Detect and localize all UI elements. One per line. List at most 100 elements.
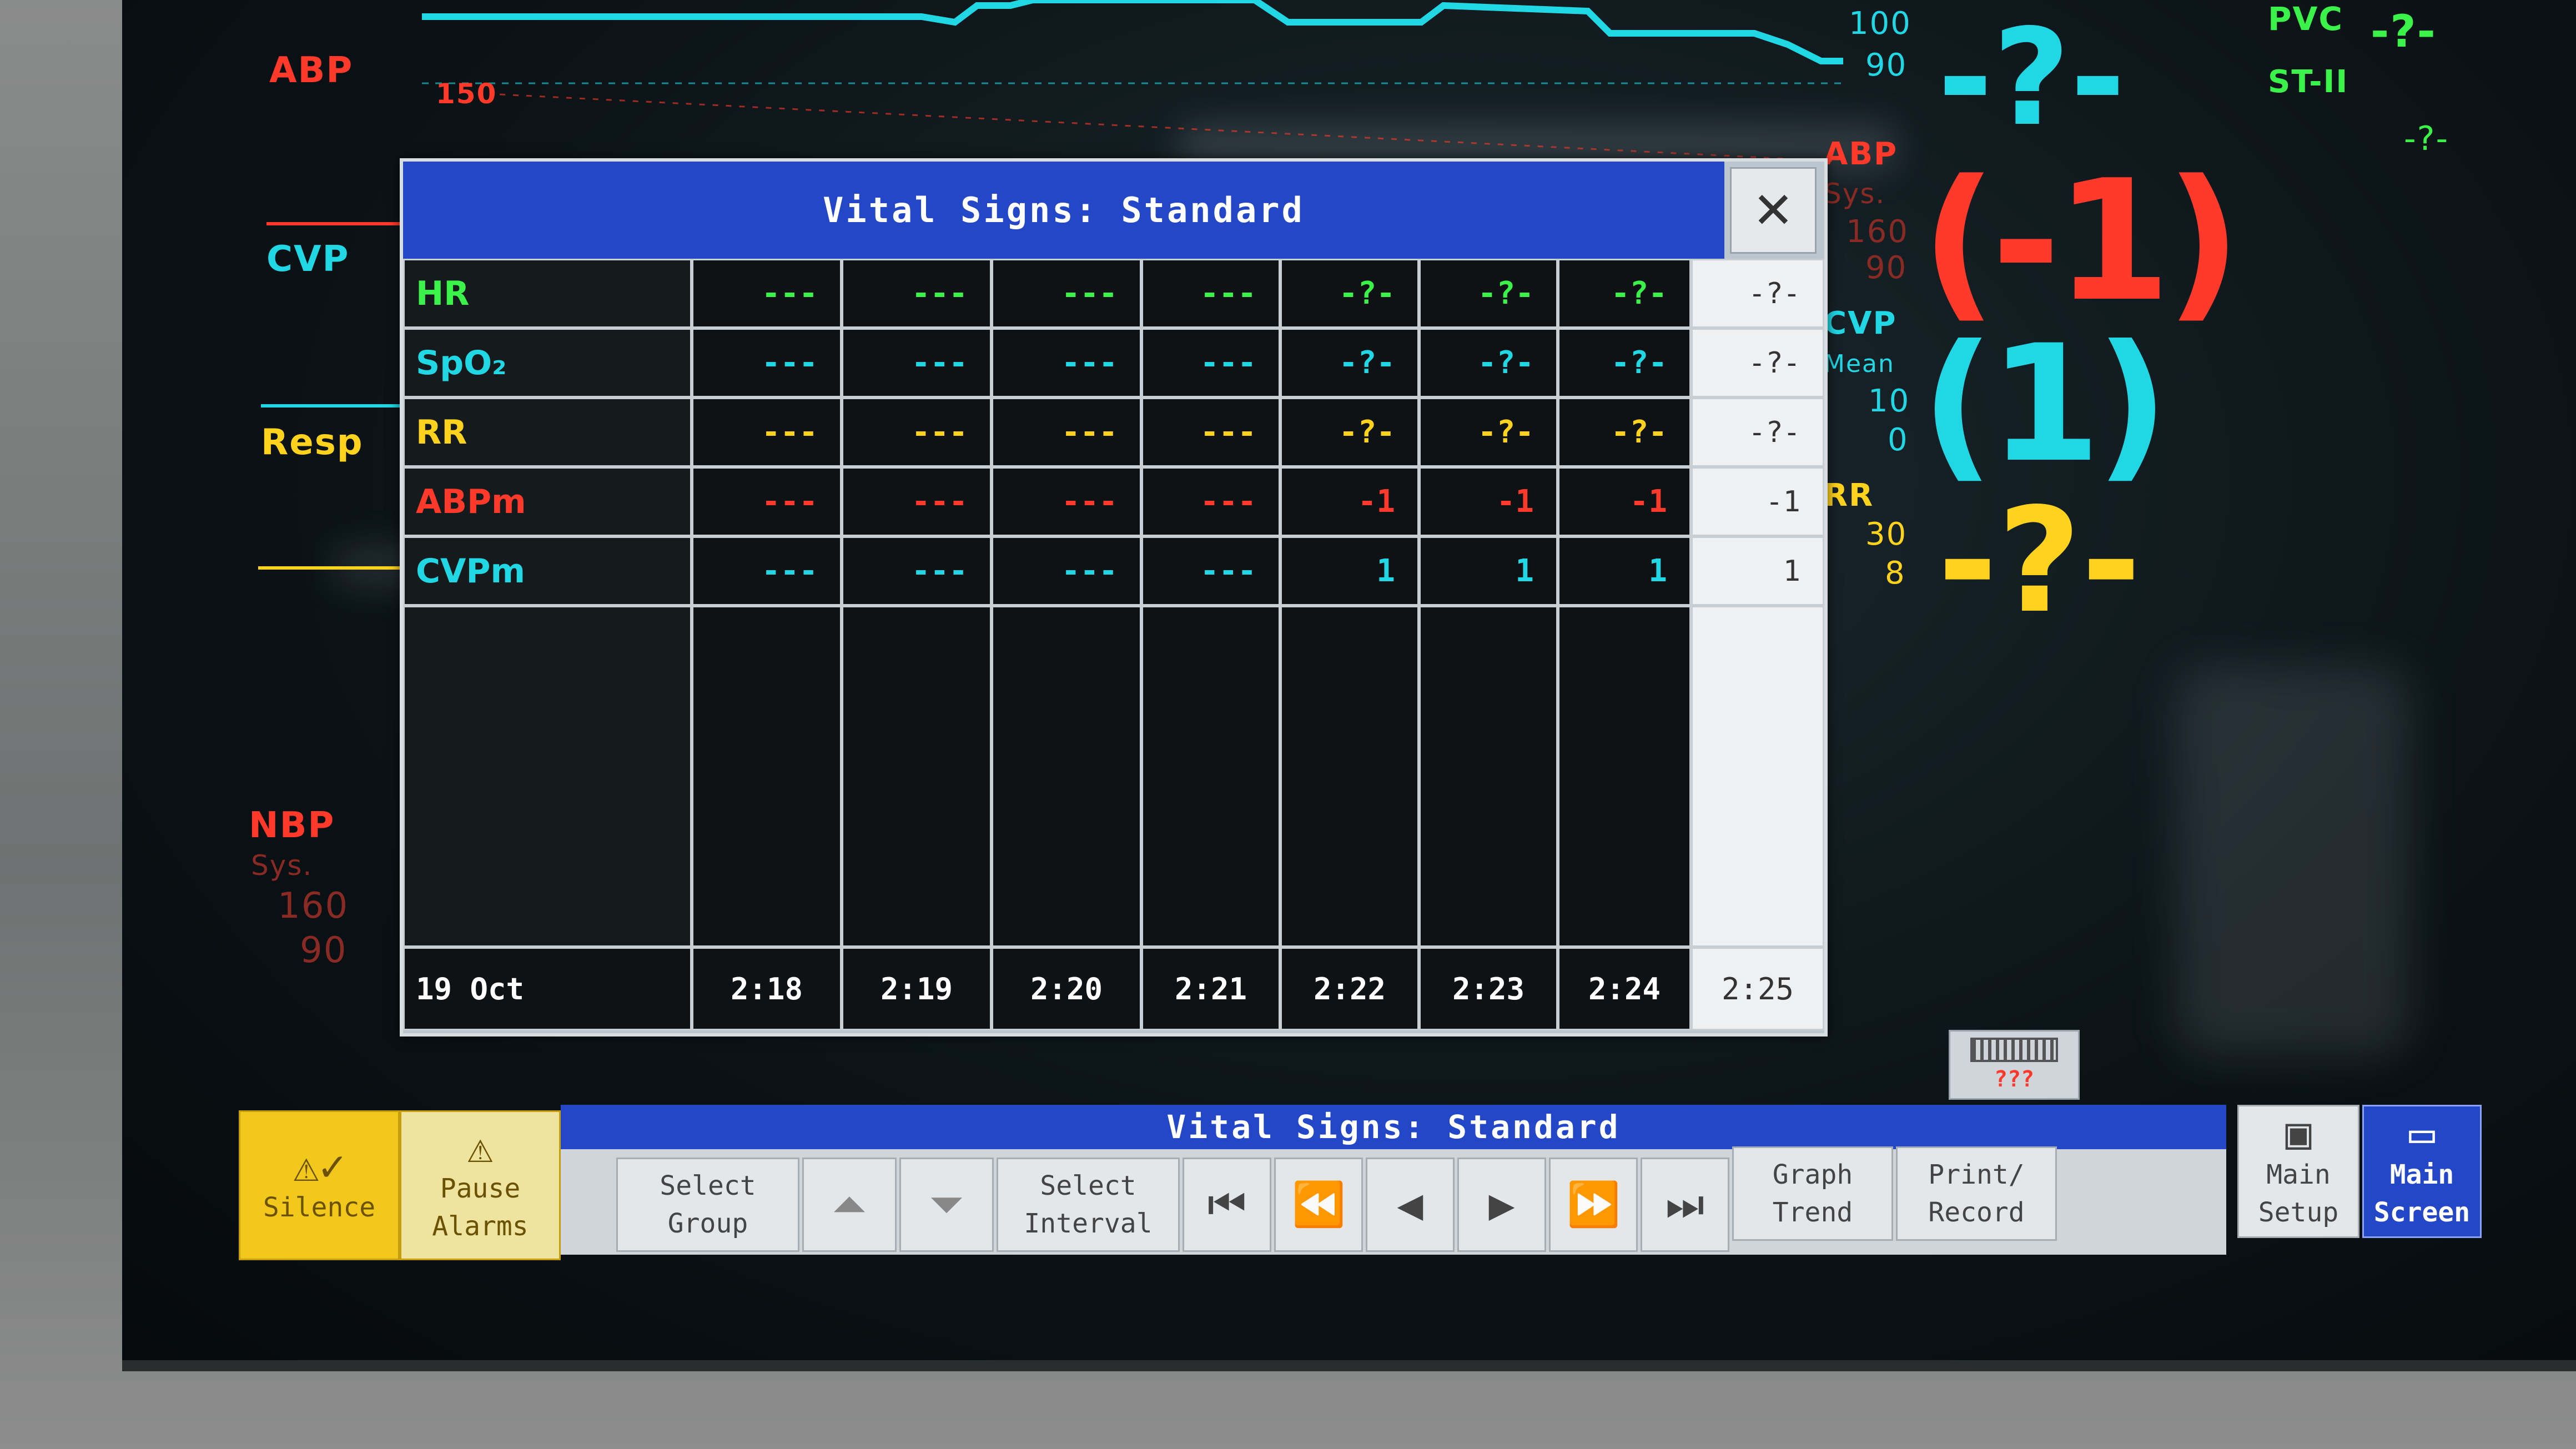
empty-cell <box>1558 606 1691 947</box>
battery-status-text: ??? <box>1994 1066 2035 1092</box>
double-up-arrow-icon: ⏶ <box>832 1180 867 1230</box>
trend-value-cell: --- <box>842 536 992 606</box>
trend-value-cell: -?- <box>1558 259 1691 328</box>
pause-alarms-label-1: Pause <box>440 1173 521 1204</box>
cvp-channel-label: CVP <box>266 239 350 280</box>
trend-value-cell: --- <box>692 467 842 536</box>
trend-value-cell: --- <box>992 328 1141 398</box>
silence-label: Silence <box>263 1192 376 1223</box>
close-button[interactable]: ✕ <box>1730 167 1817 254</box>
abp-param-sub: Sys. <box>1824 178 1886 210</box>
trend-value-cell: --- <box>992 467 1141 536</box>
bottom-toolbar: Vital Signs: Standard ⚠✓ Silence ⚠ Pause… <box>239 1105 2482 1266</box>
vital-signs-table: HR --- --- --- --- -?- -?- -?- -?- SpO₂ --- --- --- -… <box>403 259 1824 1030</box>
vital-signs-dialog: Vital Signs: Standard ✕ HR --- --- --- --- -?… <box>400 158 1828 1037</box>
skip-to-end-icon: ⏭ <box>1665 1180 1705 1230</box>
print-record-button[interactable]: Print/ Record <box>1896 1146 2057 1241</box>
time-column-header: 2:23 <box>1419 947 1558 1030</box>
trend-value-cell: 1 <box>1419 536 1558 606</box>
abp-param-low: 90 <box>1865 250 1908 286</box>
alarm-silence-icon: ⚠✓ <box>293 1141 345 1191</box>
cvp-param-value: (1) <box>1921 311 2169 498</box>
cvp-param-label: CVP <box>1824 305 1897 341</box>
cvp-trace <box>261 404 416 407</box>
cvp-param-low: 0 <box>1888 422 1909 458</box>
alarm-pause-icon: ⚠ <box>467 1123 494 1173</box>
current-value-cell: 1 <box>1691 536 1824 606</box>
top-param-value: -?- <box>1938 0 2126 155</box>
trend-value-cell: --- <box>842 398 992 467</box>
silence-button[interactable]: ⚠✓ Silence <box>239 1110 400 1260</box>
rr-param-high: 30 <box>1865 516 1908 552</box>
main-setup-button[interactable]: ▣ Main Setup <box>2237 1105 2359 1238</box>
empty-cell <box>1141 606 1280 947</box>
abp-param-value: (-1) <box>1921 144 2241 338</box>
trend-value-cell: -1 <box>1558 467 1691 536</box>
cvp-param-high: 10 <box>1868 383 1910 419</box>
battery-icon <box>1970 1038 2058 1062</box>
empty-cell <box>692 606 842 947</box>
battery-indicator: ??? <box>1949 1030 2080 1100</box>
empty-cell <box>842 606 992 947</box>
current-value-cell: -?- <box>1691 328 1824 398</box>
resp-channel-label: Resp <box>261 422 364 463</box>
trend-value-cell: --- <box>1141 328 1280 398</box>
trend-value-cell: 1 <box>1558 536 1691 606</box>
select-group-label-2: Group <box>667 1208 748 1239</box>
rr-param-value: -?- <box>1938 477 2141 645</box>
pause-alarms-label-2: Alarms <box>432 1211 529 1242</box>
last-page-button[interactable]: ⏭ <box>1641 1158 1729 1252</box>
trend-value-cell: --- <box>692 259 842 328</box>
fast-forward-button[interactable]: ⏩ <box>1549 1158 1638 1252</box>
step-forward-icon: ▶ <box>1488 1180 1515 1230</box>
trend-value-cell: --- <box>992 536 1141 606</box>
empty-cell <box>992 606 1141 947</box>
top-param-high-limit: 100 <box>1849 6 1911 42</box>
pause-alarms-button[interactable]: ⚠ Pause Alarms <box>400 1110 561 1260</box>
pvc-label: PVC <box>2268 0 2343 38</box>
row-label: SpO₂ <box>403 328 692 398</box>
screen-glare <box>2176 666 2409 1055</box>
st-value: -?- <box>2404 119 2449 158</box>
abp-param-label: ABP <box>1824 136 1898 172</box>
row-label: ABPm <box>403 467 692 536</box>
empty-cell <box>1280 606 1419 947</box>
select-interval-button[interactable]: Select Interval <box>997 1158 1180 1252</box>
step-back-button[interactable]: ◀ <box>1366 1158 1455 1252</box>
screen-icon: ▭ <box>2409 1109 2435 1159</box>
toolbar-title: Vital Signs: Standard <box>561 1105 2226 1149</box>
fast-forward-icon: ⏩ <box>1566 1180 1621 1230</box>
trend-value-cell: --- <box>1141 398 1280 467</box>
graph-trend-label-1: Graph <box>1772 1159 1853 1190</box>
trend-value-cell: --- <box>1141 259 1280 328</box>
time-column-header: 2:19 <box>842 947 992 1030</box>
top-waveform <box>422 0 1843 84</box>
time-column-header: 2:18 <box>692 947 842 1030</box>
trend-value-cell: -?- <box>1558 328 1691 398</box>
main-screen-label-2: Screen <box>2373 1197 2471 1228</box>
trend-value-cell: --- <box>1141 467 1280 536</box>
nbp-sub-label: Sys. <box>251 849 313 882</box>
trend-value-cell: 1 <box>1280 536 1419 606</box>
current-value-cell: -?- <box>1691 398 1824 467</box>
current-value-cell: -1 <box>1691 467 1824 536</box>
close-icon: ✕ <box>1752 181 1794 240</box>
current-time-header: 2:25 <box>1691 947 1824 1030</box>
row-label: CVPm <box>403 536 692 606</box>
trend-value-cell: -1 <box>1419 467 1558 536</box>
graph-trend-button[interactable]: Graph Trend <box>1732 1146 1893 1241</box>
empty-cell <box>1419 606 1558 947</box>
scroll-up-button[interactable]: ⏶ <box>802 1158 897 1252</box>
step-forward-button[interactable]: ▶ <box>1457 1158 1546 1252</box>
first-page-button[interactable]: ⏮ <box>1183 1158 1271 1252</box>
scroll-down-button[interactable]: ⏷ <box>899 1158 994 1252</box>
top-param-low-limit: 90 <box>1865 47 1908 83</box>
double-down-arrow-icon: ⏷ <box>929 1180 964 1230</box>
st-label: ST-II <box>2268 64 2349 100</box>
select-group-button[interactable]: Select Group <box>616 1158 799 1252</box>
fast-back-button[interactable]: ⏪ <box>1274 1158 1363 1252</box>
trend-value-cell: --- <box>842 467 992 536</box>
rr-param-low: 8 <box>1885 555 1906 591</box>
trend-value-cell: --- <box>842 259 992 328</box>
main-screen-button[interactable]: ▭ Main Screen <box>2362 1105 2482 1238</box>
